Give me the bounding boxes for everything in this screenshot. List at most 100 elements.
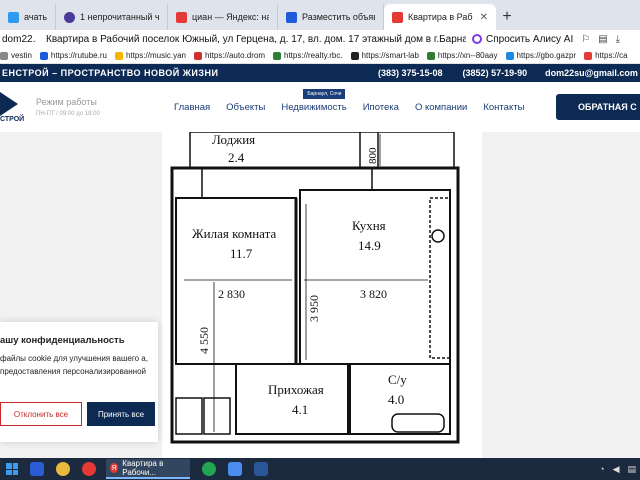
bookmark-favicon-icon: [350, 51, 359, 60]
site-logo[interactable]: СТРОЙ: [0, 82, 36, 132]
work-hours: Режим работы ПН-ПТ / 09:00 до 18:00: [36, 97, 166, 117]
bookmark-item[interactable]: https://ca: [584, 51, 628, 60]
reader-icon[interactable]: ▤: [598, 34, 607, 45]
browser-tab[interactable]: циан — Яндекс: нашлось: [168, 4, 278, 30]
dimension-living-width: 2 830: [218, 287, 245, 301]
ask-alice-button[interactable]: Спросить Алису AI: [472, 34, 573, 45]
cookie-banner: ашу конфиденциальность файлы cookie для …: [0, 322, 158, 442]
url-domain[interactable]: dom22.su: [0, 34, 36, 45]
alice-icon: [472, 34, 482, 44]
dimension-loggia: 800: [367, 147, 379, 164]
phone-barnaul[interactable]: (3852) 57-19-90: [463, 68, 528, 78]
room-area-kitchen: 14.9: [358, 238, 381, 253]
tab-label: Разместить объявление: [302, 12, 375, 22]
toolbar-icons: ⚐ ▤ ⤓: [581, 34, 620, 45]
dimension-height-b: 4 550: [197, 327, 211, 354]
address-bar: dom22.su Квартира в Рабочий поселок Южны…: [0, 30, 640, 48]
yandex-favicon-icon: [176, 11, 187, 23]
bookmark-item[interactable]: https://xn--80aay: [426, 51, 498, 60]
nav-contacts[interactable]: Контакты: [475, 102, 532, 113]
work-hours-title: Режим работы: [36, 97, 97, 107]
bookmark-item[interactable]: vestin: [0, 51, 32, 60]
room-name-loggia: Лоджия: [212, 132, 255, 147]
browser-tab-active[interactable]: Квартира в Рабочий п ✕: [384, 4, 496, 30]
nav-realty[interactable]: Барнаул, Сочи Недвижимость: [273, 88, 354, 113]
network-icon[interactable]: ◔: [599, 464, 604, 475]
download-icon[interactable]: ⤓: [616, 34, 620, 45]
floor-plan: Лоджия 2.4 Жилая комната 11.7 Кухня 14.9…: [162, 132, 482, 458]
callback-button[interactable]: ОБРАТНАЯ С: [556, 94, 640, 120]
taskbar-window-label: Квартира в Рабочи...: [122, 459, 164, 477]
bookmark-favicon-icon: [193, 51, 202, 60]
taskbar-active-window[interactable]: Я Квартира в Рабочи...: [106, 459, 190, 479]
browser-tab[interactable]: Разместить объявление: [278, 4, 384, 30]
cookie-description: файлы cookie для улучшения вашего а, пре…: [0, 354, 148, 376]
new-tab-button[interactable]: +: [496, 4, 518, 30]
room-area-hallway: 4.1: [292, 402, 308, 417]
tab-label: ачать мессенджер: [24, 12, 47, 22]
phone-novosibirsk[interactable]: (383) 375-15-08: [378, 68, 443, 78]
bookmark-item[interactable]: https://smart-lab: [350, 51, 419, 60]
sound-icon[interactable]: ◀: [613, 464, 620, 475]
site-slogan: ЕНСТРОЙ – ПРОСТРАНСТВО НОВОЙ ЖИЗНИ: [2, 68, 219, 78]
close-tab-icon[interactable]: ✕: [480, 12, 488, 23]
room-area-bathroom: 4.0: [388, 392, 404, 407]
tab-label: Квартира в Рабочий п: [408, 12, 473, 22]
nav-about[interactable]: О компании: [407, 102, 475, 113]
app-icon[interactable]: [82, 462, 96, 476]
bookmark-label: https://rutube.ru: [50, 51, 107, 60]
decline-all-button[interactable]: Отклонить все: [0, 402, 82, 426]
bookmark-item[interactable]: https://music.yan: [114, 51, 186, 60]
start-icon[interactable]: [6, 463, 18, 475]
whatsapp-icon[interactable]: [202, 462, 216, 476]
chrome-icon[interactable]: [56, 462, 70, 476]
tab-label: 1 непрочитанный чат: [80, 12, 159, 22]
logo-text: СТРОЙ: [0, 116, 25, 123]
nav-realty-label: Недвижимость: [281, 101, 347, 113]
store-icon[interactable]: [228, 462, 242, 476]
bookmark-label: https://music.yan: [125, 51, 186, 60]
messenger-favicon-icon: [8, 11, 19, 23]
bookmark-label: https://auto.drom: [204, 51, 265, 60]
bookmarks-bar: vestin https://rutube.ru https://music.y…: [0, 48, 640, 64]
bookmark-label: https://gbo.gazpr: [516, 51, 577, 60]
cookie-title: ашу конфиденциальность: [0, 335, 125, 346]
bookmark-favicon-icon: [505, 51, 514, 60]
bookmark-favicon-icon: [114, 51, 123, 60]
word-icon[interactable]: [254, 462, 268, 476]
bookmark-favicon-icon: [273, 51, 281, 60]
taskbar: Я Квартира в Рабочи... ◔ ◀ ▤: [0, 458, 640, 480]
bookmark-favicon-icon: [0, 51, 8, 60]
search-icon[interactable]: [30, 462, 44, 476]
page-title: Квартира в Рабочий поселок Южный, ул Гер…: [46, 33, 466, 45]
site-top-bar: ЕНСТРОЙ – ПРОСТРАНСТВО НОВОЙ ЖИЗНИ (383)…: [0, 64, 640, 82]
dimension-kitchen-width: 3 820: [360, 287, 387, 301]
bookmark-item[interactable]: https://realty.rbc.: [273, 51, 343, 60]
bookmark-icon[interactable]: ⚐: [581, 34, 590, 45]
room-area-loggia: 2.4: [228, 150, 245, 165]
nav-mortgage[interactable]: Ипотека: [355, 102, 407, 113]
accept-all-button[interactable]: Принять все: [87, 402, 155, 426]
nav-home[interactable]: Главная: [166, 102, 218, 113]
bookmark-favicon-icon: [584, 51, 593, 60]
language-icon[interactable]: ▤: [627, 464, 636, 475]
logo-shape-icon: [0, 92, 18, 116]
nav-objects[interactable]: Объекты: [218, 102, 273, 113]
work-hours-detail: ПН-ПТ / 09:00 до 18:00: [36, 111, 100, 117]
browser-tab[interactable]: 1 непрочитанный чат: [56, 4, 168, 30]
chat-favicon-icon: [64, 11, 75, 23]
system-tray: ◔ ◀ ▤: [599, 464, 636, 475]
yandex-browser-icon: Я: [110, 463, 119, 473]
browser-tab[interactable]: ачать мессенджер: [0, 4, 56, 30]
room-name-bathroom: С/у: [388, 372, 407, 387]
page-content: Лоджия 2.4 Жилая комната 11.7 Кухня 14.9…: [0, 132, 640, 458]
room-area-living: 11.7: [230, 246, 253, 261]
bookmark-item[interactable]: https://rutube.ru: [39, 51, 107, 60]
bookmark-label: https://realty.rbc.: [284, 51, 343, 60]
bookmark-label: vestin: [11, 51, 32, 60]
bookmark-label: https://xn--80aay: [437, 51, 498, 60]
browser-tab-strip: ачать мессенджер 1 непрочитанный чат циа…: [0, 0, 640, 30]
bookmark-item[interactable]: https://gbo.gazpr: [505, 51, 577, 60]
email-link[interactable]: dom22su@gmail.com: [545, 68, 638, 78]
bookmark-item[interactable]: https://auto.drom: [193, 51, 265, 60]
